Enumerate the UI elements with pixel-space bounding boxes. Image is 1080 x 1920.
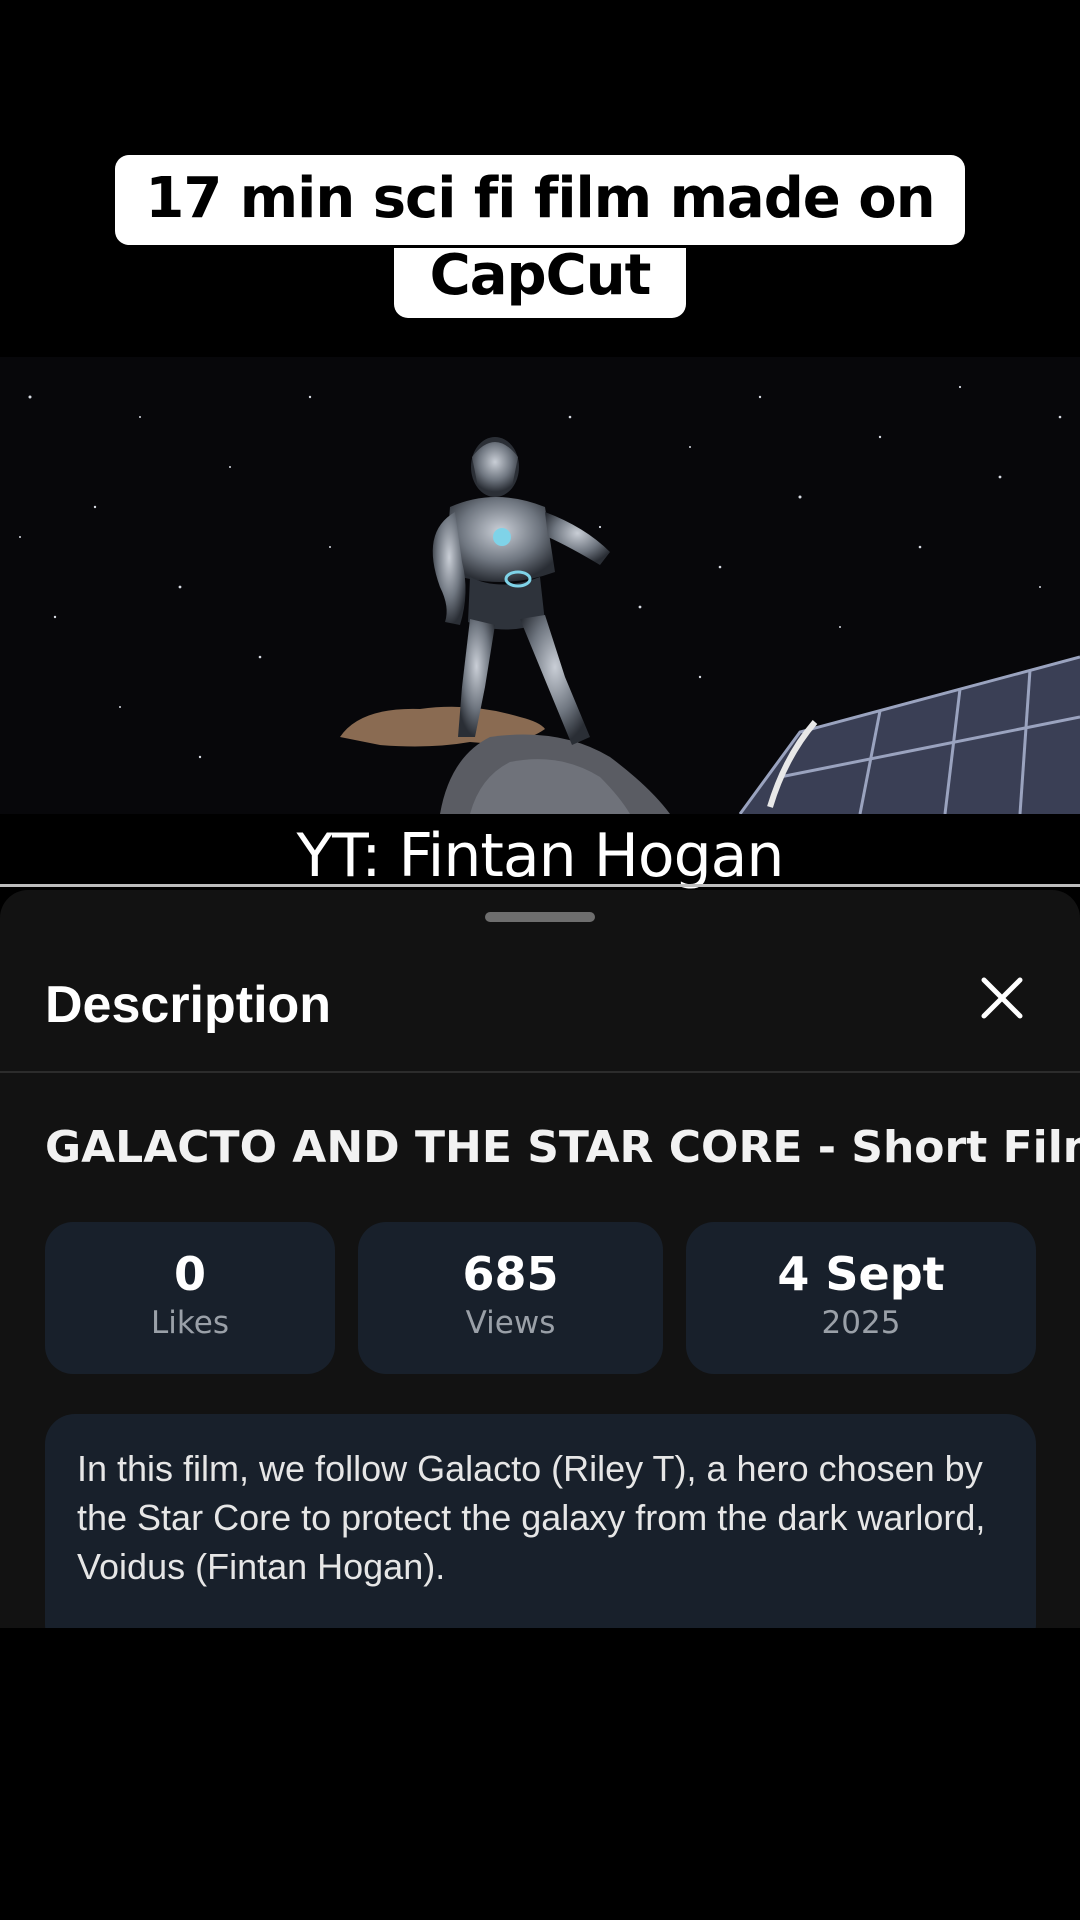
video-progress-bar[interactable] [0, 884, 1080, 887]
video-player[interactable]: 17 min sci fi film made on CapCut YT: Fi… [0, 0, 1080, 1920]
likes-label: Likes [151, 1304, 229, 1341]
description-sheet: Description GALACTO AND THE STAR CORE - … [0, 890, 1080, 1628]
description-text: In this film, we follow Galacto (Riley T… [77, 1448, 986, 1587]
drag-handle[interactable] [485, 912, 595, 922]
video-frame[interactable] [0, 357, 1080, 814]
divider [0, 1071, 1080, 1073]
likes-count: 0 [173, 1247, 206, 1301]
date-year: 2025 [821, 1304, 901, 1341]
sheet-title: Description [45, 976, 332, 1034]
caption-text-2: CapCut [393, 248, 687, 318]
views-label: Views [465, 1304, 556, 1341]
date-stat: 4 Sept 2025 [686, 1222, 1036, 1374]
date-day: 4 Sept [777, 1247, 945, 1301]
space-scene-image [0, 357, 1080, 814]
views-stat: 685 Views [358, 1222, 663, 1374]
likes-stat: 0 Likes [45, 1222, 335, 1374]
caption-text-1: 17 min sci fi film made on [115, 155, 965, 245]
close-icon [981, 977, 1023, 1019]
creator-credit: YT: Fintan Hogan [296, 821, 785, 891]
views-count: 685 [462, 1247, 559, 1301]
video-title: GALACTO AND THE STAR CORE - Short Film [45, 1122, 1080, 1173]
caption-line-1: 17 min sci fi film made on [0, 155, 1080, 245]
description-box[interactable]: In this film, we follow Galacto (Riley T… [45, 1414, 1036, 1628]
close-button[interactable] [976, 972, 1028, 1024]
caption-line-2: CapCut [0, 248, 1080, 318]
